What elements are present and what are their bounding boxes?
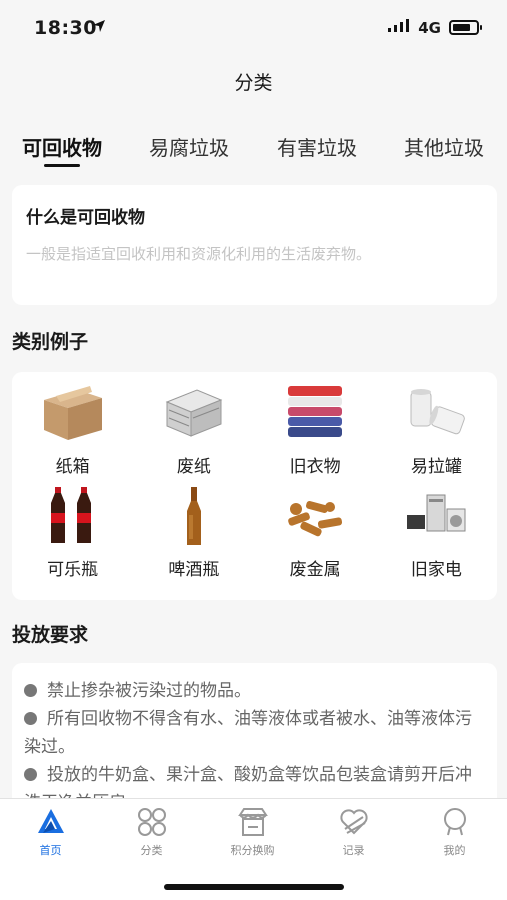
cola-bottle-icon	[50, 487, 91, 543]
example-item[interactable]: 旧衣物	[255, 382, 376, 477]
tabbar-label: 首页	[39, 844, 62, 857]
profile-icon	[443, 808, 466, 836]
rule-item: 禁止掺杂被污染过的物品。	[12, 677, 497, 705]
tab-hazardous[interactable]: 有害垃圾	[277, 132, 357, 161]
home-triangle-icon	[37, 809, 64, 833]
active-tab-indicator	[44, 164, 80, 167]
example-label: 旧衣物	[289, 457, 341, 477]
page-title: 分类	[234, 72, 273, 94]
tabbar-shop[interactable]: 积分换购	[202, 805, 303, 858]
example-label: 废金属	[289, 560, 341, 580]
definition-card: 什么是可回收物 一般是指适宜回收利用和资源化利用的生活废弃物。	[12, 185, 497, 305]
category-tabs: 可回收物 易腐垃圾 有害垃圾 其他垃圾	[0, 132, 507, 172]
location-arrow-icon	[92, 18, 106, 37]
example-label: 易拉罐	[410, 457, 462, 477]
tabbar-profile[interactable]: 我的	[404, 805, 505, 858]
bullet-icon	[24, 768, 37, 781]
tabbar-home[interactable]: 首页	[0, 805, 101, 858]
example-item[interactable]: 可乐瓶	[12, 485, 133, 580]
rule-item: 所有回收物不得含有水、油等液体或者被水、油等液体污染过。	[24, 709, 472, 757]
tab-recyclable[interactable]: 可回收物	[22, 132, 102, 161]
examples-card: 纸箱 废纸 旧衣物 易拉罐 可乐瓶 啤酒瓶 废金属 旧家电	[12, 372, 497, 600]
appliances-icon	[407, 494, 466, 532]
home-indicator	[164, 884, 344, 890]
example-item[interactable]: 废纸	[133, 382, 254, 477]
example-item[interactable]: 啤酒瓶	[133, 485, 254, 580]
battery-icon	[449, 20, 482, 35]
definition-description: 一般是指适宜回收利用和资源化利用的生活废弃物。	[26, 245, 372, 263]
tabbar-label: 我的	[443, 844, 466, 857]
tab-other[interactable]: 其他垃圾	[404, 132, 484, 161]
example-item[interactable]: 废金属	[255, 485, 376, 580]
can-icon	[410, 389, 466, 435]
example-label: 废纸	[176, 457, 211, 477]
requirements-heading: 投放要求	[12, 624, 89, 646]
tabbar-category[interactable]: 分类	[101, 805, 202, 858]
example-label: 纸箱	[55, 457, 90, 477]
example-label: 啤酒瓶	[168, 560, 220, 580]
tabbar-records[interactable]: 记录	[303, 805, 404, 858]
beer-bottle-icon	[186, 487, 201, 545]
example-item[interactable]: 纸箱	[12, 382, 133, 477]
status-time: 18:30	[34, 17, 97, 39]
tab-perishable[interactable]: 易腐垃圾	[149, 132, 229, 161]
scrap-metal-icon	[288, 500, 343, 537]
status-right: 4G	[388, 18, 482, 37]
example-item[interactable]: 旧家电	[376, 485, 497, 580]
waste-paper-icon	[165, 389, 223, 437]
record-icon	[339, 809, 368, 835]
shop-icon	[237, 808, 268, 836]
status-bar: 18:30 4G	[0, 0, 507, 56]
network-type: 4G	[418, 18, 441, 37]
example-item[interactable]: 易拉罐	[376, 382, 497, 477]
cardboard-box-icon	[43, 386, 102, 440]
bullet-icon	[24, 684, 37, 697]
definition-title: 什么是可回收物	[26, 208, 145, 228]
example-label: 旧家电	[410, 560, 462, 580]
category-grid-icon	[137, 808, 166, 836]
signal-icon	[388, 18, 410, 37]
example-label: 可乐瓶	[47, 560, 99, 580]
examples-heading: 类别例子	[12, 331, 89, 353]
tabbar-label: 分类	[140, 844, 163, 857]
tabbar-label: 积分换购	[230, 844, 275, 857]
bullet-icon	[24, 712, 37, 725]
tabbar-label: 记录	[342, 844, 365, 857]
old-clothes-icon	[288, 386, 343, 437]
